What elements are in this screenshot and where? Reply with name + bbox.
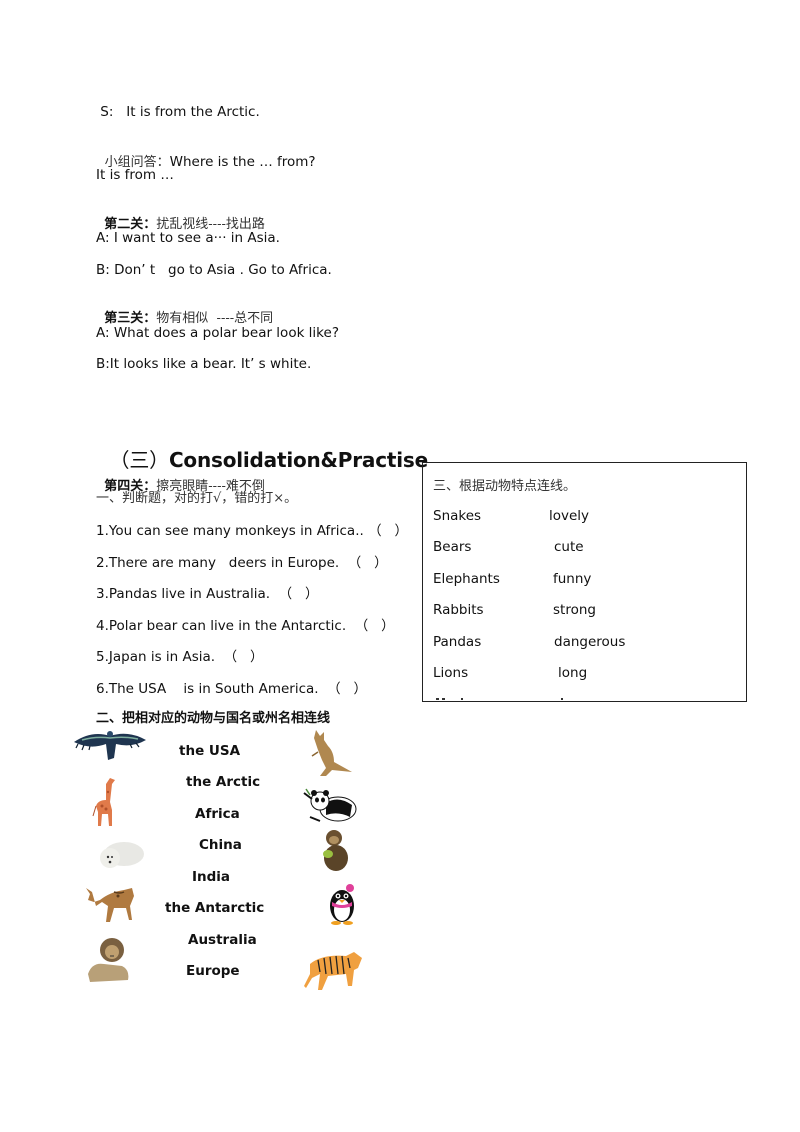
- giraffe-icon: [92, 778, 115, 826]
- penguin-icon: [330, 884, 354, 925]
- animal-name: Pandas: [433, 634, 482, 650]
- trait-word: funny: [553, 571, 592, 587]
- dialogue-line-9: B:It looks like a bear. It’ s white.: [96, 356, 312, 372]
- dialogue-line-5: A: I want to see a··· in Asia.: [96, 230, 280, 246]
- animal-name: Snakes: [433, 508, 482, 524]
- true-false-instruction: 一、判断题，对的打√，错的打×。: [96, 491, 298, 506]
- animal-name: Bears: [433, 539, 472, 555]
- monkey-icon: [323, 830, 348, 871]
- trait-matching-title: 三、根据动物特点连线。: [433, 479, 577, 494]
- trait-word: long: [558, 665, 588, 681]
- place-label: the USA: [179, 743, 241, 759]
- animal-name: Elephants: [433, 571, 500, 587]
- true-false-item: 6.The USA is in South America. （ ）: [96, 681, 368, 697]
- place-label: Australia: [188, 932, 257, 948]
- level-3-heading: 第三关：物有相似 ----总不同: [96, 292, 273, 328]
- trait-word: cute: [554, 539, 584, 555]
- clipped-row-fragment: [433, 697, 733, 701]
- true-false-item: 1.You can see many monkeys in Africa.. （…: [96, 523, 408, 539]
- polar-bear-icon: [100, 842, 144, 868]
- place-label: the Antarctic: [165, 900, 265, 916]
- dialogue-line-3: It is from …: [96, 167, 174, 183]
- dialogue-line-6: B: Don’ t go to Asia . Go to Africa.: [96, 262, 332, 278]
- trait-matching-box: 三、根据动物特点连线。 Snakes lovely Bears cute Eleph…: [422, 462, 747, 702]
- true-false-item: 2.There are many deers in Europe. （ ）: [96, 555, 388, 571]
- place-label: the Arctic: [186, 774, 261, 790]
- kangaroo-icon: [311, 730, 352, 776]
- animal-name: Lions: [433, 665, 469, 681]
- dialogue-line-8: A: What does a polar bear look like?: [96, 325, 339, 341]
- matching-places-instruction: 二、把相对应的动物与国名或州名相连线: [96, 711, 331, 726]
- place-label: China: [199, 837, 242, 853]
- panda-icon: [303, 788, 357, 822]
- place-label: Africa: [195, 806, 240, 822]
- group-qa-question: Where is the … from?: [169, 154, 316, 170]
- place-label: Europe: [186, 963, 240, 979]
- place-label: India: [192, 869, 231, 885]
- trait-word: strong: [553, 602, 596, 618]
- eagle-icon: [74, 731, 146, 760]
- deer-icon: [86, 888, 134, 922]
- dialogue-line-1: S: It is from the Arctic.: [96, 104, 260, 120]
- true-false-item: 5.Japan is in Asia. （ ）: [96, 649, 264, 665]
- trait-word: lovely: [549, 508, 590, 524]
- lion-icon: [88, 938, 129, 982]
- tiger-icon: [304, 952, 362, 990]
- animal-name: Rabbits: [433, 602, 484, 618]
- true-false-item: 3.Pandas live in Australia. （ ）: [96, 586, 319, 602]
- true-false-item: 4.Polar bear can live in the Antarctic. …: [96, 618, 395, 634]
- trait-word: dangerous: [554, 634, 626, 650]
